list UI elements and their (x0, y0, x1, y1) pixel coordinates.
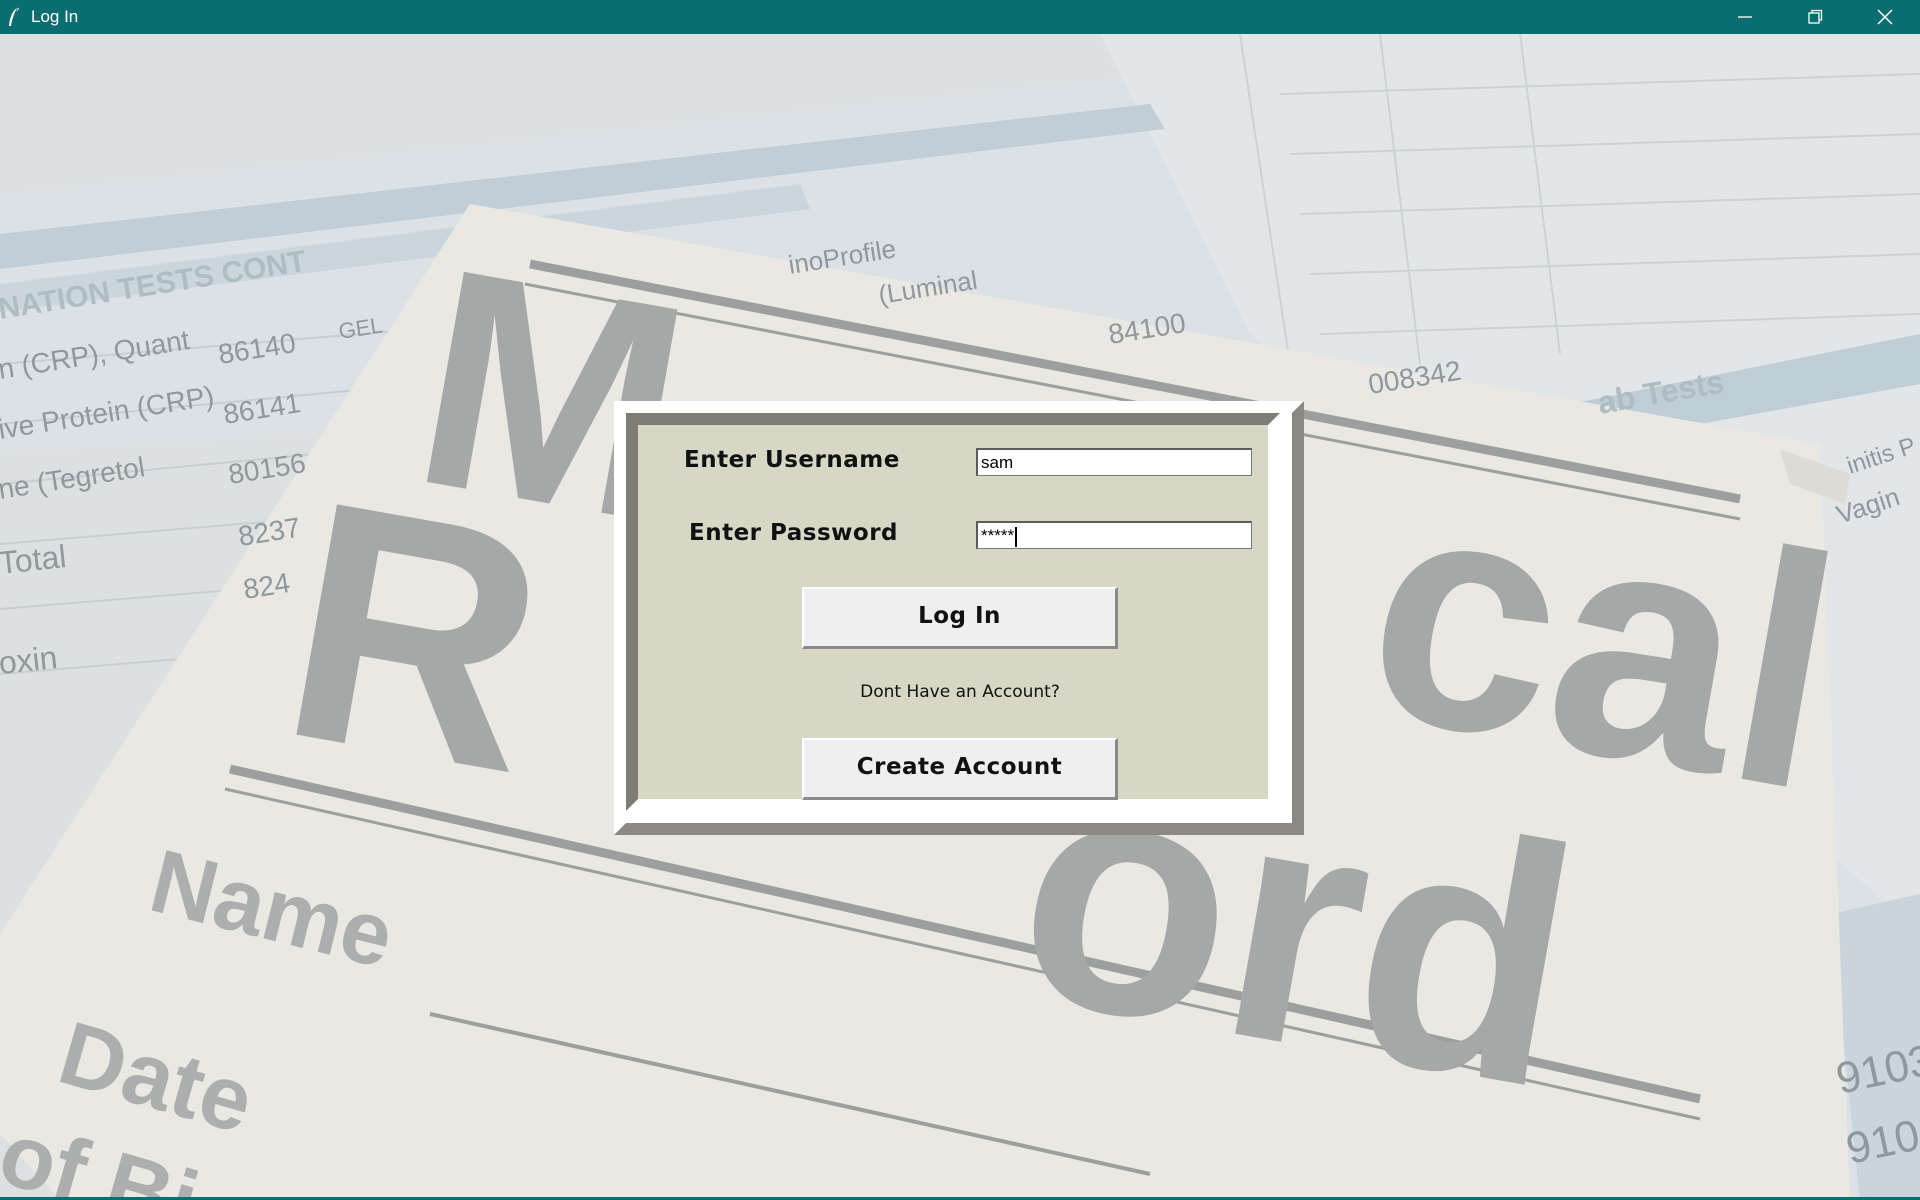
title-bar: Log In (0, 0, 1920, 34)
feather-icon (6, 6, 22, 28)
password-label: Enter Password (689, 520, 899, 546)
login-button[interactable]: Log In (802, 587, 1118, 649)
password-input[interactable]: ***** (976, 521, 1252, 549)
restore-button[interactable] (1780, 0, 1850, 34)
window-title: Log In (31, 7, 79, 26)
create-account-button[interactable]: Create Account (802, 738, 1118, 800)
username-value: sam (981, 453, 1014, 472)
text-cursor (1015, 526, 1018, 547)
password-value: ***** (981, 526, 1015, 545)
close-button[interactable] (1850, 0, 1920, 34)
username-label: Enter Username (684, 447, 900, 473)
minimize-button[interactable] (1710, 0, 1780, 34)
username-input[interactable]: sam (976, 448, 1252, 476)
no-account-prompt: Dont Have an Account? (860, 682, 1060, 702)
